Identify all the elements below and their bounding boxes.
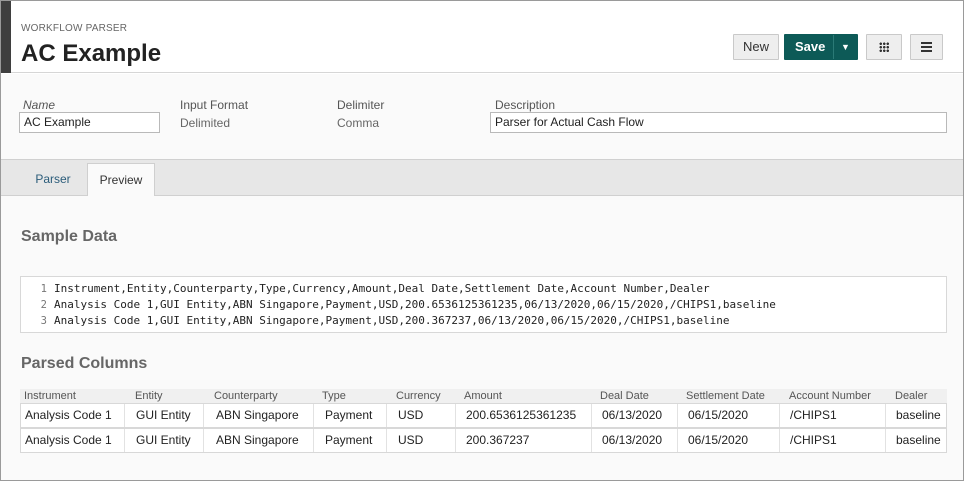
- column-header: Settlement Date: [686, 390, 765, 402]
- column-header: Dealer: [895, 390, 928, 402]
- table-cell: baseline: [896, 433, 941, 447]
- column-header: Currency: [396, 390, 441, 402]
- table-cell: Analysis Code 1: [21, 429, 125, 452]
- input-format-value: Delimited: [180, 116, 231, 130]
- save-button[interactable]: Save ▼: [784, 34, 858, 60]
- menu-button[interactable]: [910, 34, 943, 60]
- table-cell: USD: [394, 429, 456, 452]
- app-window: WORKFLOW PARSER AC Example New Save ▼ Na…: [0, 0, 964, 481]
- column-header: Type: [322, 390, 346, 402]
- name-label: Name: [23, 98, 56, 112]
- tab-preview[interactable]: Preview: [87, 163, 155, 197]
- code-line: 2 Analysis Code 1,GUI Entity,ABN Singapo…: [21, 297, 946, 313]
- delimiter-value: Comma: [337, 116, 380, 130]
- line-text: Instrument,Entity,Counterparty,Type,Curr…: [54, 282, 710, 295]
- page-eyebrow: WORKFLOW PARSER: [21, 23, 128, 34]
- table-row: Analysis Code 1 GUI Entity ABN Singapore…: [20, 428, 947, 453]
- line-number: 1: [40, 283, 47, 295]
- table-cell: baseline: [896, 408, 941, 422]
- header-accent-bar: [1, 1, 11, 73]
- sample-data-title: Sample Data: [21, 228, 118, 245]
- column-header: Entity: [135, 390, 163, 402]
- input-format-label: Input Format: [180, 98, 249, 112]
- table-cell: 06/13/2020: [598, 429, 678, 452]
- table-cell: 06/15/2020: [684, 429, 780, 452]
- name-field[interactable]: AC Example: [19, 112, 160, 133]
- column-header: Counterparty: [214, 390, 278, 402]
- column-header: Instrument: [24, 390, 76, 402]
- page-header: WORKFLOW PARSER AC Example New Save ▼: [1, 1, 963, 73]
- delimiter-label: Delimiter: [337, 98, 385, 112]
- line-text: Analysis Code 1,GUI Entity,ABN Singapore…: [54, 298, 776, 311]
- table-cell: Payment: [321, 404, 387, 427]
- table-cell: GUI Entity: [132, 429, 204, 452]
- table-row: Analysis Code 1 GUI Entity ABN Singapore…: [20, 403, 947, 428]
- preview-panel: Sample Data 1 Instrument,Entity,Counterp…: [1, 196, 963, 480]
- table-cell: USD: [394, 404, 456, 427]
- table-cell: 200.367237: [462, 429, 592, 452]
- tab-parser[interactable]: Parser: [21, 163, 85, 197]
- table-cell: 06/13/2020: [598, 404, 678, 427]
- description-field[interactable]: Parser for Actual Cash Flow: [490, 112, 947, 133]
- table-cell: GUI Entity: [132, 404, 204, 427]
- table-cell: ABN Singapore: [212, 404, 314, 427]
- tab-bar: Parser Preview: [1, 159, 963, 197]
- line-text: Analysis Code 1,GUI Entity,ABN Singapore…: [54, 314, 730, 327]
- code-line: 3 Analysis Code 1,GUI Entity,ABN Singapo…: [21, 313, 946, 329]
- column-header: Account Number: [789, 390, 871, 402]
- save-dropdown-caret-icon[interactable]: ▼: [833, 35, 857, 59]
- table-cell: /CHIPS1: [786, 404, 886, 427]
- hamburger-menu-icon: [921, 42, 932, 52]
- new-button[interactable]: New: [733, 34, 779, 60]
- line-number: 2: [40, 299, 47, 311]
- save-button-label: Save: [795, 39, 826, 54]
- column-header: Deal Date: [600, 390, 649, 402]
- grid-view-button[interactable]: [866, 34, 902, 60]
- sample-data-editor[interactable]: 1 Instrument,Entity,Counterparty,Type,Cu…: [20, 276, 947, 333]
- table-cell: /CHIPS1: [786, 429, 886, 452]
- column-header: Amount: [464, 390, 502, 402]
- code-line: 1 Instrument,Entity,Counterparty,Type,Cu…: [21, 281, 946, 297]
- description-label: Description: [495, 98, 556, 112]
- page-title: AC Example: [21, 40, 162, 67]
- table-cell: 06/15/2020: [684, 404, 780, 427]
- table-cell: Analysis Code 1: [21, 404, 125, 427]
- table-cell: Payment: [321, 429, 387, 452]
- parsed-columns-title: Parsed Columns: [21, 355, 148, 372]
- table-cell: 200.6536125361235: [462, 404, 592, 427]
- line-number: 3: [40, 315, 47, 327]
- table-cell: ABN Singapore: [212, 429, 314, 452]
- properties-panel: Name AC Example Input Format Delimited D…: [1, 74, 963, 159]
- grid-icon: [879, 42, 889, 52]
